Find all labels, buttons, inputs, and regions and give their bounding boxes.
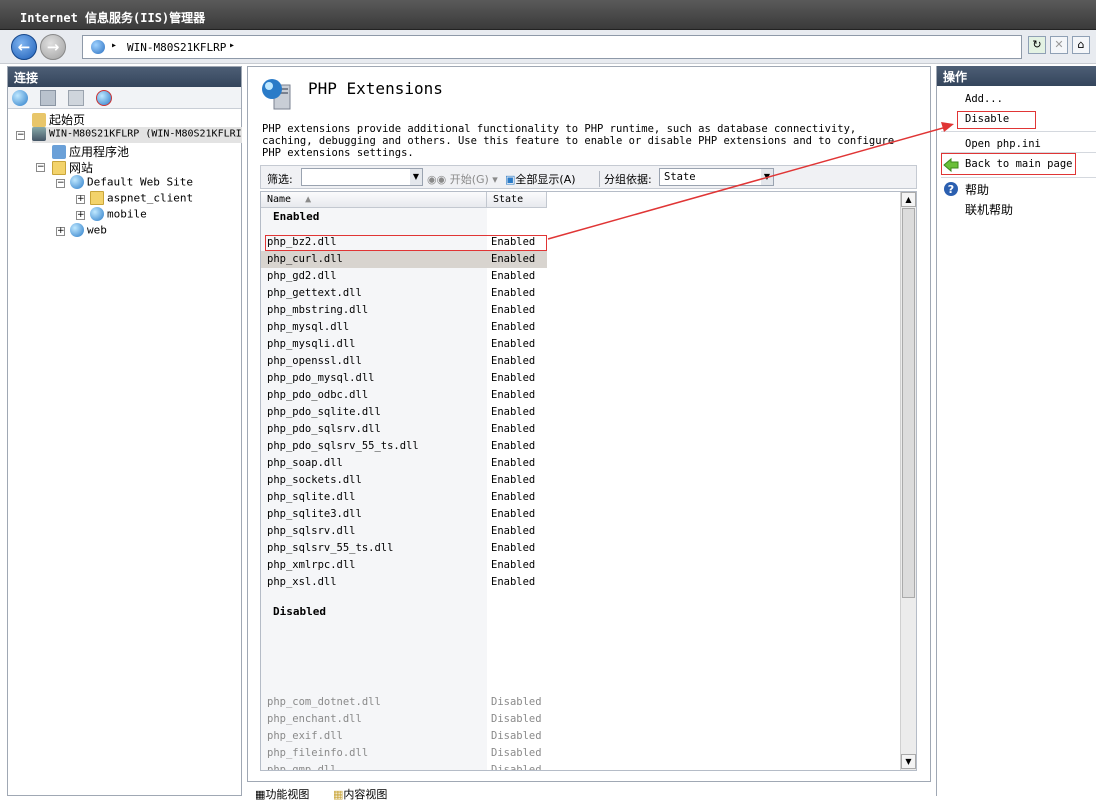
annotation-arrow bbox=[547, 122, 954, 240]
